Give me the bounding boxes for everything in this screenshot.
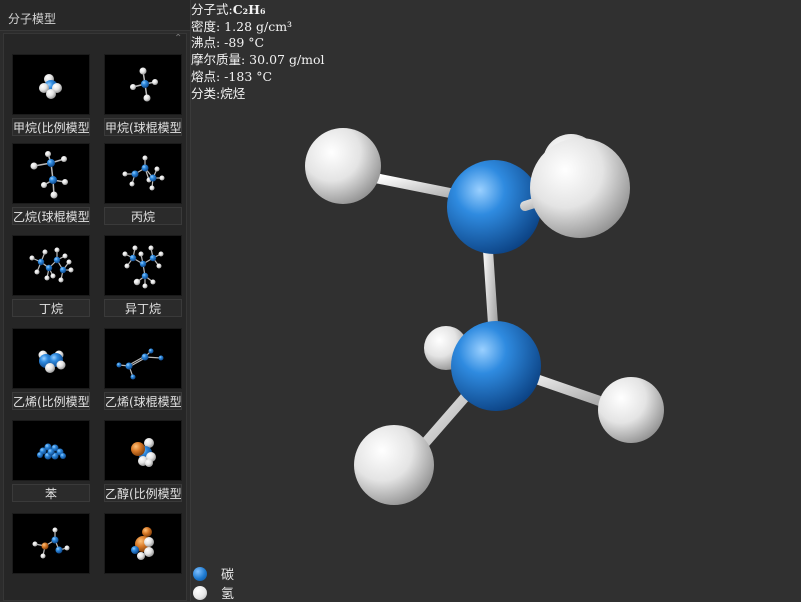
- molecule-thumbnail[interactable]: [12, 328, 90, 389]
- molecule-thumbnail[interactable]: [12, 420, 90, 481]
- molecule-thumbnail[interactable]: [104, 328, 182, 389]
- formula-label: 分子式:: [191, 2, 233, 17]
- molecule-thumbnail[interactable]: [12, 235, 90, 296]
- molecule-thumbnail[interactable]: [104, 235, 182, 296]
- molecule-card-benzene[interactable]: 苯: [12, 420, 90, 502]
- molecule-card-ethylene-space-filling[interactable]: 乙烯(比例模型): [12, 328, 90, 410]
- formula-line: 分子式:C₂H₆: [191, 2, 325, 19]
- molecule-card-label: 丙烷: [104, 207, 182, 225]
- molecule-card-label: 丁烷: [12, 299, 90, 317]
- molecule-list-panel[interactable]: ⌃ 甲烷(比例模型) 甲烷(球棍模型) 乙烷(球棍模型) 丙烷 丁烷 异丁烷 乙…: [3, 33, 187, 601]
- molecule-card-methane-space-filling[interactable]: 甲烷(比例模型): [12, 54, 90, 136]
- carbon-atom: [451, 321, 541, 411]
- molecule-card-ethanol-ball-stick[interactable]: [12, 513, 90, 574]
- hydrogen-atom: [305, 128, 381, 204]
- collapse-arrow-icon[interactable]: ⌃: [174, 34, 182, 44]
- legend-item-hydrogen: 氢: [193, 583, 234, 602]
- molecule-card-label: 乙醇(比例模型): [104, 484, 182, 502]
- hydrogen-swatch-icon: [193, 585, 207, 600]
- molecule-sidebar: 分子模型 ⌃ 甲烷(比例模型) 甲烷(球棍模型) 乙烷(球棍模型) 丙烷 丁烷 …: [0, 0, 191, 601]
- density-text: 密度: 1.28 g/cm³: [191, 18, 293, 34]
- molecule-thumbnail[interactable]: [12, 143, 90, 204]
- molecule-card-ethylene-ball-stick[interactable]: 乙烯(球棍模型): [104, 328, 182, 410]
- molecule-card-label: 苯: [12, 484, 90, 502]
- boiling-point-text: 沸点: -89 °C: [191, 35, 265, 51]
- hydrogen-atom: [354, 425, 434, 505]
- atom-legend: 碳 氢: [193, 564, 234, 602]
- molecule-card-ethane-ball-stick[interactable]: 乙烷(球棍模型): [12, 143, 90, 225]
- molecule-card-methane-ball-stick[interactable]: 甲烷(球棍模型): [104, 54, 182, 136]
- molecule-thumbnail[interactable]: [104, 143, 182, 204]
- legend-label: 氢: [221, 587, 235, 602]
- molecule-card-ethanol-space-filling[interactable]: 乙醇(比例模型): [104, 420, 182, 502]
- molecule-card-label: 甲烷(比例模型): [12, 118, 90, 136]
- molecule-card-isobutane[interactable]: 异丁烷: [104, 235, 182, 317]
- molecule-thumbnail[interactable]: [12, 513, 90, 574]
- sidebar-title: 分子模型: [8, 12, 57, 26]
- melting-point-text: 熔点: -183 °C: [191, 68, 273, 84]
- carbon-swatch-icon: [193, 566, 207, 581]
- molecule-thumbnail[interactable]: [104, 513, 182, 574]
- molecule-card-label: 甲烷(球棍模型): [104, 118, 182, 136]
- molecule-thumbnail[interactable]: [104, 54, 182, 115]
- molecule-card-label: 乙烯(比例模型): [12, 392, 90, 410]
- molecule-card-acetic-acid[interactable]: [104, 513, 182, 574]
- molecule-card-label: 乙烷(球棍模型): [12, 207, 90, 225]
- molecule-card-propane[interactable]: 丙烷: [104, 143, 182, 225]
- category-text: 分类:烷烃: [191, 85, 246, 101]
- molecule-thumbnail[interactable]: [104, 420, 182, 481]
- molecule-thumbnail[interactable]: [12, 54, 90, 115]
- legend-item-carbon: 碳: [193, 564, 234, 583]
- molecule-info-overlay: 分子式:C₂H₆ 密度: 1.28 g/cm³ 沸点: -89 °C 摩尔质量:…: [191, 2, 325, 102]
- hydrogen-atom: [598, 377, 664, 443]
- molecule-card-label: 乙烯(球棍模型): [104, 392, 182, 410]
- hydrogen-atom: [530, 138, 630, 238]
- molecule-card-label: 异丁烷: [104, 299, 182, 317]
- molar-mass-text: 摩尔质量: 30.07 g/mol: [191, 52, 325, 68]
- sidebar-header: 分子模型: [0, 0, 190, 31]
- molecule-3d-viewport[interactable]: 分子式:C₂H₆ 密度: 1.28 g/cm³ 沸点: -89 °C 摩尔质量:…: [190, 0, 801, 602]
- molecule-card-butane[interactable]: 丁烷: [12, 235, 90, 317]
- formula-value: C₂H₆: [232, 2, 266, 17]
- legend-label: 碳: [221, 568, 235, 583]
